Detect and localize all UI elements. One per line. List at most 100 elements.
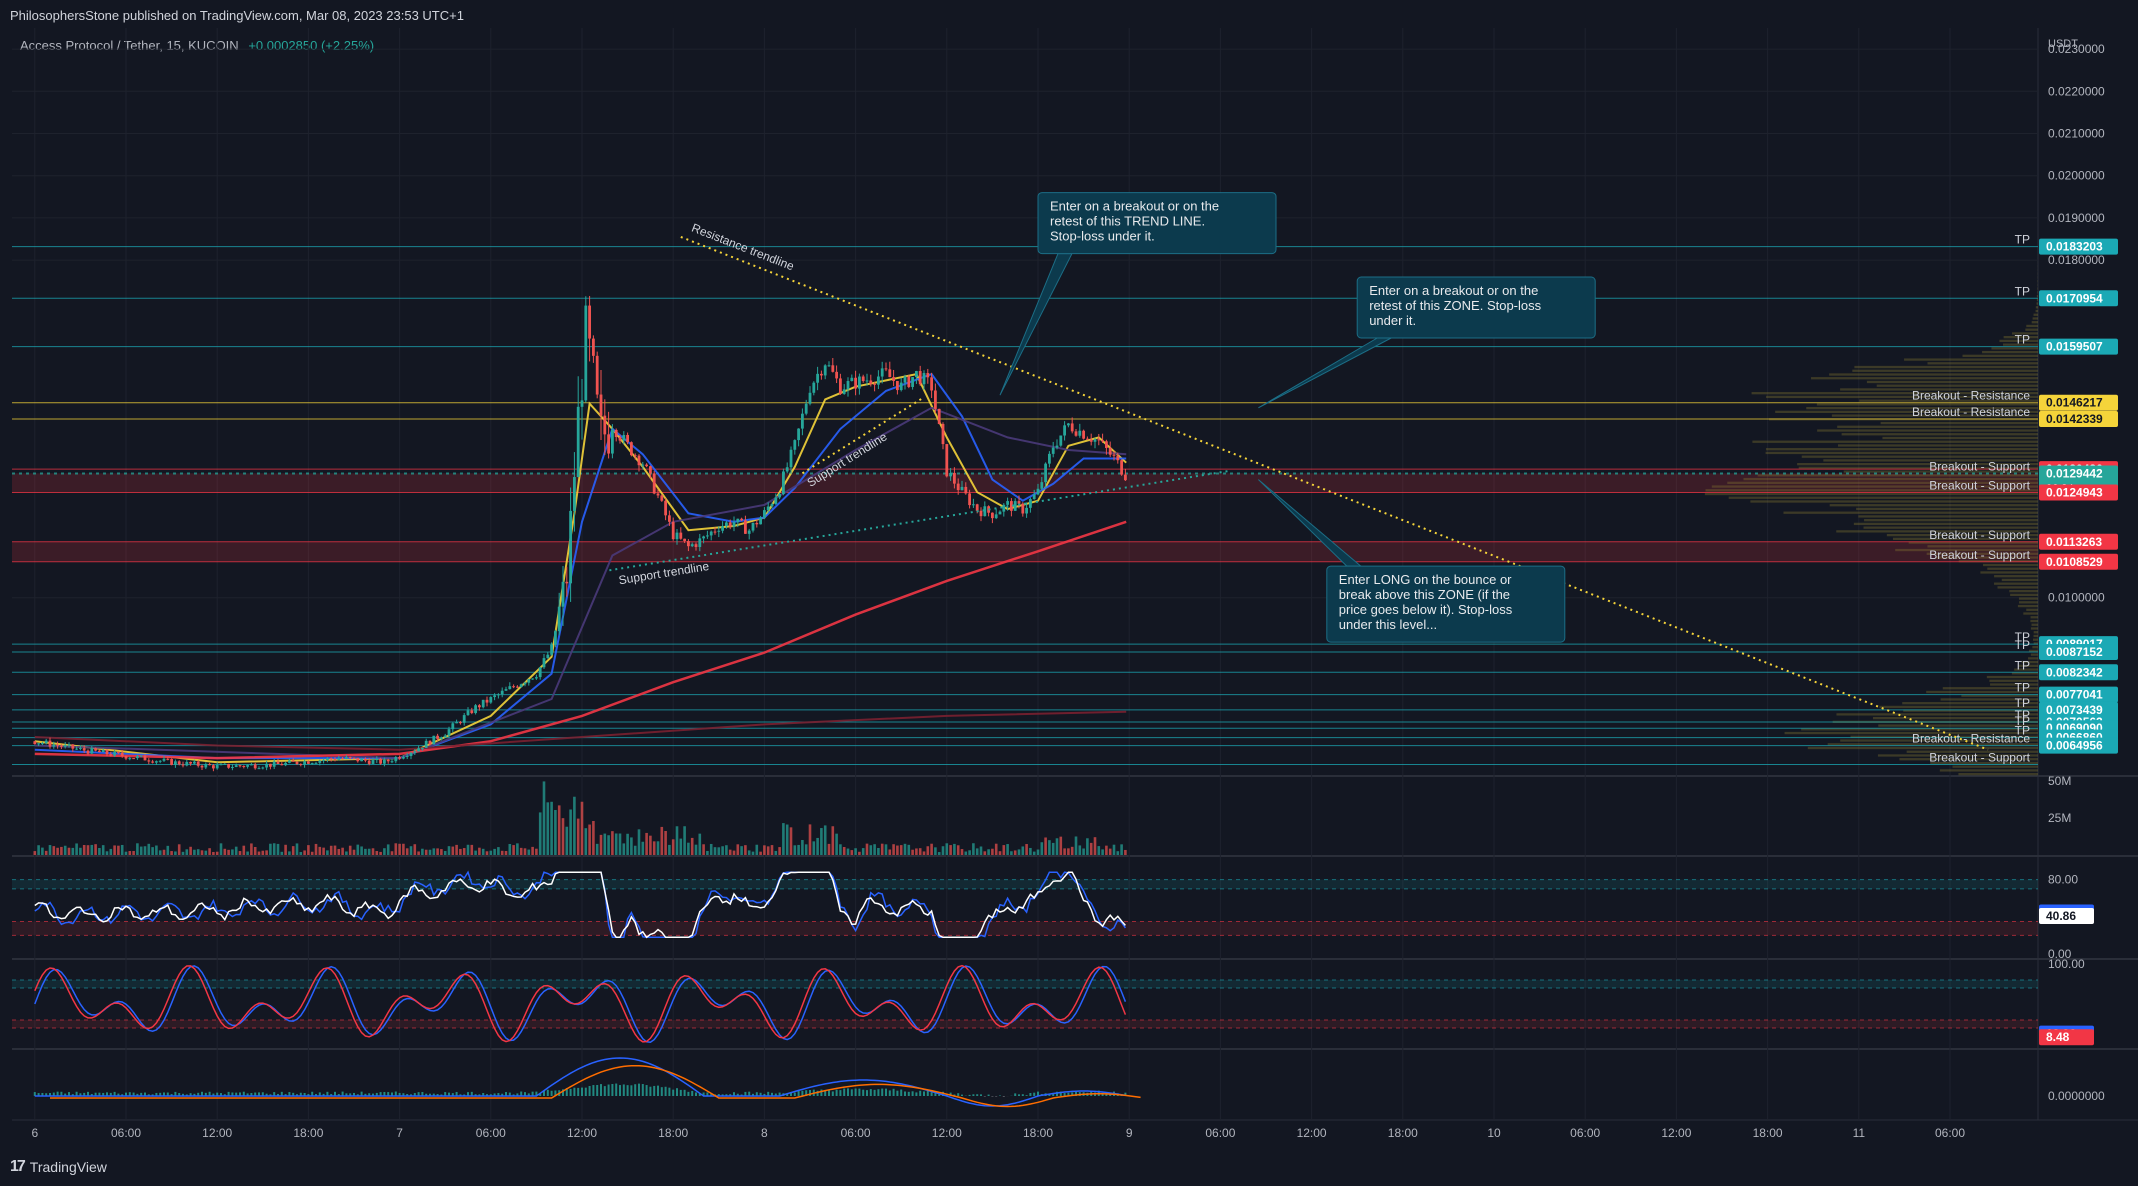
price-tag-label: 0.0108529 xyxy=(2046,555,2103,569)
candle-body xyxy=(98,750,101,753)
candle-body xyxy=(972,504,975,506)
candle-body xyxy=(390,761,394,763)
currency-label: USDT xyxy=(2048,38,2078,50)
chart-root: PhilosophersStone published on TradingVi… xyxy=(0,0,2138,1186)
osc-tick-label: 80.00 xyxy=(2048,873,2078,887)
profile-bar xyxy=(2032,317,2038,320)
candle-body xyxy=(516,686,519,688)
time-tick-label: 12:00 xyxy=(567,1126,597,1140)
price-tag-label: 0.0146217 xyxy=(2046,396,2103,410)
level-label: TP xyxy=(2015,284,2030,298)
candle-body xyxy=(523,682,527,685)
volume-bar xyxy=(926,846,930,855)
macd-histogram-bar xyxy=(831,1091,834,1096)
volume-bar xyxy=(158,850,162,855)
candle-body xyxy=(660,495,664,501)
volume-bar xyxy=(238,851,242,855)
profile-bar xyxy=(1817,429,2038,432)
candle-body xyxy=(721,526,724,531)
profile-bar xyxy=(1838,444,2038,447)
candle-body xyxy=(858,376,861,389)
macd-signal-line[interactable] xyxy=(50,1064,1141,1108)
candle-body xyxy=(538,667,542,678)
volume-bar xyxy=(774,850,778,855)
volume-bar xyxy=(744,845,747,855)
volume-bar xyxy=(109,848,113,855)
candle-body xyxy=(1040,482,1044,489)
volume-bar xyxy=(869,845,873,855)
candle-body xyxy=(1002,504,1006,512)
macd-histogram-bar xyxy=(885,1088,887,1096)
candle-body xyxy=(1124,474,1127,481)
volume-bar xyxy=(162,849,166,855)
volume-bar xyxy=(63,845,67,855)
volume-bar xyxy=(523,848,527,855)
time-tick-label: 12:00 xyxy=(932,1126,962,1140)
candle-body xyxy=(143,755,147,761)
candle-body xyxy=(478,705,481,708)
moving-average-line[interactable] xyxy=(34,372,1127,764)
profile-bar xyxy=(1841,433,2038,436)
time-tick-label: 18:00 xyxy=(1388,1126,1418,1140)
macd-histogram-bar xyxy=(828,1090,830,1096)
candle-body xyxy=(489,697,493,703)
volume-bar xyxy=(850,850,854,855)
volume-bar xyxy=(1082,848,1085,855)
volume-bar xyxy=(485,851,489,855)
macd-histogram-bar xyxy=(820,1089,823,1096)
volume-bar xyxy=(702,844,705,855)
candle-body xyxy=(409,752,413,757)
volume-bar xyxy=(679,838,683,855)
volume-bar xyxy=(117,845,120,855)
candle-body xyxy=(94,748,97,751)
candle-body xyxy=(174,761,177,765)
candle-body xyxy=(1120,460,1123,475)
candle-body xyxy=(527,679,531,683)
volume-bar xyxy=(759,851,762,855)
profile-bar xyxy=(1882,436,2038,440)
candle-body xyxy=(246,765,249,767)
candle-body xyxy=(1051,447,1055,454)
candle-body xyxy=(835,371,838,379)
volume-bar xyxy=(892,844,895,855)
candle-body xyxy=(1108,447,1112,455)
price-zone[interactable] xyxy=(12,541,2038,562)
moving-average-line[interactable] xyxy=(34,406,1127,760)
macd-histogram-bar xyxy=(904,1091,906,1096)
candle-body xyxy=(755,522,759,525)
volume-bar xyxy=(291,846,295,855)
candle-body xyxy=(728,522,732,527)
candle-body xyxy=(531,678,534,680)
candle-body xyxy=(656,493,660,496)
macd-histogram-bar xyxy=(687,1091,690,1096)
moving-average-line[interactable] xyxy=(34,372,1127,760)
volume-bar xyxy=(736,844,740,855)
volume-bar xyxy=(595,843,599,855)
macd-histogram-bar xyxy=(653,1085,656,1096)
osc-line[interactable] xyxy=(34,965,1127,1043)
volume-bar xyxy=(907,844,911,855)
profile-bar xyxy=(2026,608,2038,611)
candle-body xyxy=(1086,438,1089,440)
candle-body xyxy=(869,380,873,384)
tradingview-logo[interactable]: 17 TradingView xyxy=(10,1158,107,1176)
chart-canvas[interactable]: 6 06:00 12:00 18:00 7 06:00 12:00 18:00 8 06:00 12… xyxy=(0,0,2138,1186)
macd-histogram-bar xyxy=(877,1089,880,1096)
candle-body xyxy=(907,376,911,387)
volume-bar xyxy=(284,844,287,855)
macd-histogram-bar xyxy=(657,1085,659,1096)
volume-bar xyxy=(1059,836,1063,855)
candle-body xyxy=(189,761,192,764)
volume-bar xyxy=(873,844,876,855)
profile-bar xyxy=(1807,746,2038,750)
candle-body xyxy=(709,531,713,536)
volume-bar xyxy=(877,847,880,855)
volume-bar xyxy=(101,845,105,855)
volume-bar xyxy=(424,849,428,855)
volume-bar xyxy=(637,829,641,855)
candle-body xyxy=(67,744,71,746)
volume-bar xyxy=(447,846,451,855)
volume-bar xyxy=(174,851,177,855)
candle-body xyxy=(424,740,428,748)
osc-band xyxy=(12,879,2038,889)
